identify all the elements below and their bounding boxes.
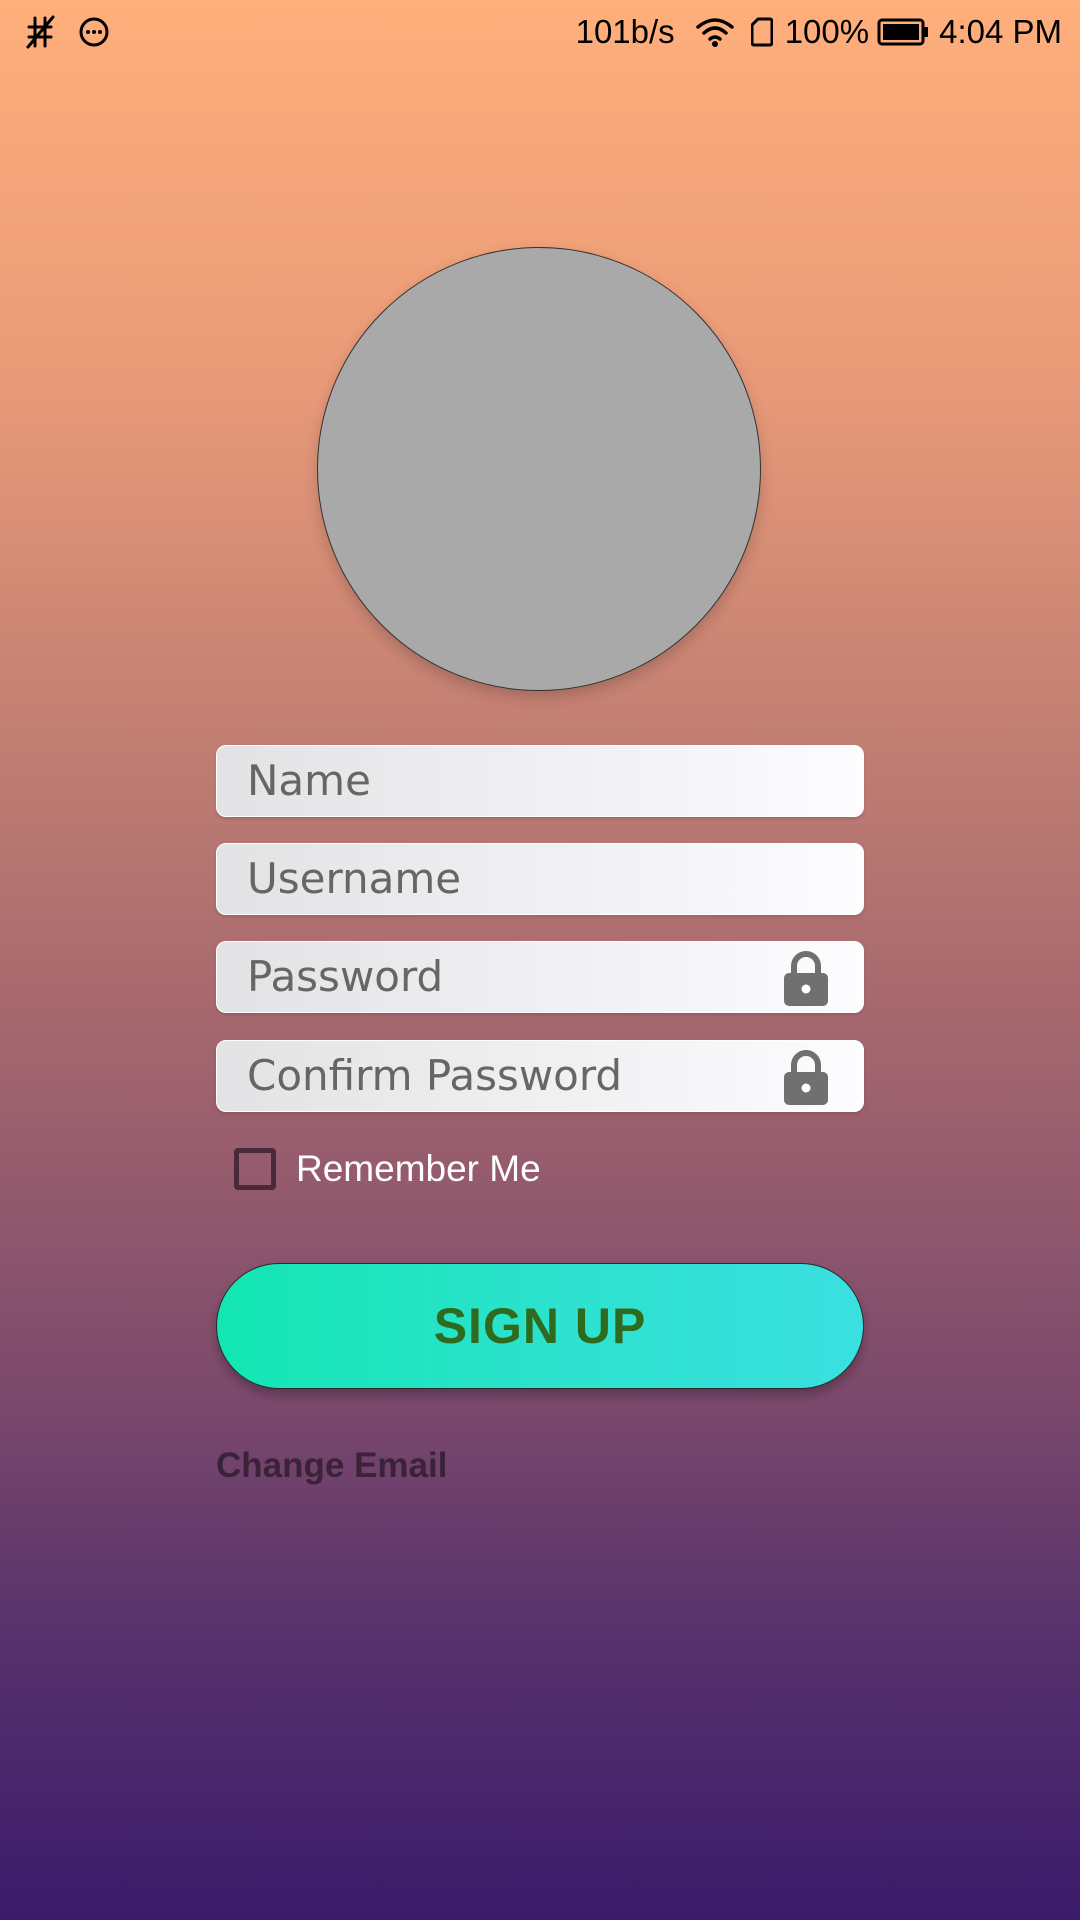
- message-dots-icon: [79, 17, 109, 47]
- lock-icon: [784, 1050, 828, 1105]
- remember-me-checkbox[interactable]: [234, 1148, 276, 1190]
- confirm-password-field: [216, 1040, 864, 1112]
- no-sim-signal-icon: [26, 15, 55, 49]
- clock: 4:04 PM: [939, 13, 1062, 50]
- battery-percent: 100%: [784, 13, 870, 50]
- username-input[interactable]: [247, 844, 807, 914]
- wifi-icon: [695, 16, 735, 48]
- status-bar-left: [26, 12, 110, 52]
- status-bar: 101b/s 100% 4:04 PM: [0, 0, 1080, 64]
- sign-up-button[interactable]: SIGN UP: [216, 1263, 864, 1389]
- sim-card-icon: [750, 17, 773, 47]
- password-input[interactable]: [247, 942, 807, 1012]
- remember-me-label: Remember Me: [296, 1148, 541, 1189]
- username-field: [216, 843, 864, 915]
- lock-icon: [784, 951, 828, 1006]
- profile-photo-placeholder[interactable]: [317, 247, 761, 691]
- remember-me-row[interactable]: Remember Me: [234, 1145, 541, 1193]
- confirm-password-input[interactable]: [247, 1041, 807, 1111]
- name-field: [216, 745, 864, 817]
- battery-icon: [877, 18, 929, 46]
- password-field: [216, 941, 864, 1013]
- network-speed: 101b/s: [575, 13, 675, 50]
- name-input[interactable]: [247, 746, 807, 816]
- status-bar-right: 101b/s 100% 4:04 PM: [576, 10, 1062, 54]
- change-email-link[interactable]: Change Email: [216, 1446, 447, 1486]
